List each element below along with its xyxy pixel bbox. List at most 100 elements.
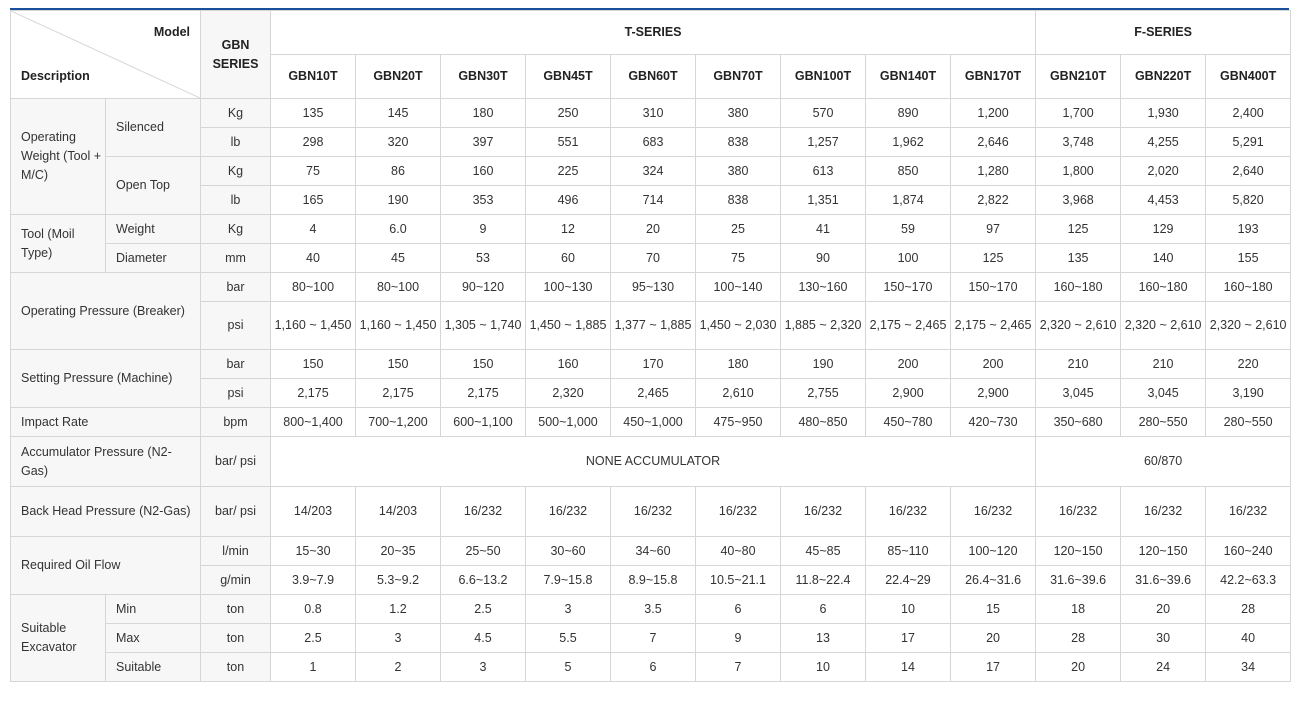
value-cell: 3,190: [1205, 378, 1292, 408]
value-cell: 350~680: [1035, 407, 1122, 437]
table-row: Suitable ton 1 2 3 5 6 7 10 14 17 20 24 34: [11, 652, 1292, 682]
value-cell: 2,175 ~ 2,465: [949, 301, 1037, 350]
table-row: Impact Rate bpm 800~1,400 700~1,200 600~1,…: [10, 407, 1292, 437]
value-cell: 890: [865, 98, 951, 128]
value-cell: 42.2~63.3: [1205, 565, 1292, 595]
value-cell: 16/232: [865, 486, 951, 537]
value-cell: 150: [355, 349, 441, 379]
value-cell: 4: [270, 214, 356, 244]
value-cell: 16/232: [695, 486, 781, 537]
row-label-accumulator-pressure: Accumulator Pressure (N2-Gas): [10, 436, 201, 487]
value-cell: 450~780: [865, 407, 951, 437]
value-cell: 22.4~29: [865, 565, 951, 595]
value-cell: 1,377 ~ 1,885: [610, 301, 696, 350]
value-cell: 160~180: [1120, 272, 1207, 302]
value-cell: 75: [270, 156, 356, 186]
unit-cell: g/min: [200, 565, 271, 595]
row-label-tool: Tool (Moil Type): [10, 214, 106, 273]
value-cell: 80~100: [355, 272, 441, 302]
value-cell: 41: [780, 214, 866, 244]
model-header-cell: GBN220T: [1120, 54, 1207, 99]
table-row: Operating Weight (Tool + M/C) Silenced K…: [10, 98, 1292, 215]
value-cell: 3.5: [610, 594, 696, 624]
unit-cell: Kg: [200, 98, 271, 128]
value-cell: 210: [1035, 349, 1122, 379]
value-cell: 2,320 ~ 2,610: [1120, 301, 1207, 350]
value-cell: 53: [440, 243, 526, 273]
spec-table: Model Description GBN SERIES T-SERIES F-…: [10, 10, 1292, 682]
value-cell: 1,305 ~ 1,740: [440, 301, 526, 350]
value-cell: 12: [525, 214, 611, 244]
value-cell: 70: [610, 243, 696, 273]
value-cell: 250: [525, 98, 611, 128]
gbn-series-header: GBN SERIES: [200, 10, 271, 99]
value-cell: 193: [1205, 214, 1292, 244]
value-cell: 2,175 ~ 2,465: [865, 301, 951, 350]
value-cell: 155: [1205, 243, 1292, 273]
value-cell: 683: [610, 127, 696, 157]
value-cell: 24: [1120, 652, 1207, 682]
value-cell: 2,610: [695, 378, 781, 408]
row-label-suitable-excavator: Suitable Excavator: [10, 594, 106, 682]
value-cell: 160~180: [1205, 272, 1292, 302]
value-cell: 700~1,200: [355, 407, 441, 437]
value-cell: 2,822: [949, 185, 1037, 215]
value-cell: 2.5: [440, 594, 526, 624]
unit-cell: psi: [200, 378, 271, 408]
value-cell: 551: [525, 127, 611, 157]
value-cell: 1,800: [1035, 156, 1122, 186]
value-cell: 16/232: [1035, 486, 1122, 537]
value-cell: 120~150: [1120, 536, 1207, 566]
value-cell: 95~130: [610, 272, 696, 302]
t-series-header: T-SERIES: [269, 10, 1037, 55]
model-header-cell: GBN140T: [865, 54, 951, 99]
value-cell: 200: [949, 349, 1037, 379]
value-cell: 165: [270, 185, 356, 215]
row-label-max: Max: [105, 623, 201, 653]
value-cell: 150: [270, 349, 356, 379]
value-cell: 475~950: [695, 407, 781, 437]
unit-cell: l/min: [200, 536, 271, 566]
value-cell: 2.5: [270, 623, 356, 653]
value-cell: 7.9~15.8: [525, 565, 611, 595]
value-cell: 129: [1120, 214, 1207, 244]
unit-cell: Kg: [200, 214, 271, 244]
row-label-required-oil-flow: Required Oil Flow: [10, 536, 201, 595]
value-cell: 2,320: [525, 378, 611, 408]
value-cell: 16/232: [440, 486, 526, 537]
value-cell: 17: [949, 652, 1037, 682]
value-cell: 9: [695, 623, 781, 653]
value-cell: 25~50: [440, 536, 526, 566]
table-row: Accumulator Pressure (N2-Gas) bar/ psi N…: [10, 436, 1292, 487]
value-cell: 135: [270, 98, 356, 128]
value-cell: 2,900: [949, 378, 1037, 408]
value-cell: 34: [1205, 652, 1292, 682]
unit-cell: bar: [200, 349, 271, 379]
value-cell: 838: [695, 127, 781, 157]
value-cell: 420~730: [949, 407, 1037, 437]
value-cell: 26.4~31.6: [949, 565, 1037, 595]
spec-table-container: Model Description GBN SERIES T-SERIES F-…: [10, 8, 1292, 682]
value-cell: 125: [949, 243, 1037, 273]
value-cell: 31.6~39.6: [1035, 565, 1122, 595]
value-cell: 5.5: [525, 623, 611, 653]
value-cell: 130~160: [780, 272, 866, 302]
value-cell: 3: [525, 594, 611, 624]
row-label-operating-weight: Operating Weight (Tool + M/C): [10, 98, 106, 215]
value-cell: 16/232: [780, 486, 866, 537]
value-cell: 7: [610, 623, 696, 653]
table-row: lb 165 190 353 496 714 838 1,351 1,874 2,822 3,96…: [11, 185, 1292, 215]
value-cell: 280~550: [1120, 407, 1207, 437]
table-row: psi 1,160 ~ 1,450 1,160 ~ 1,450 1,305 ~ 1,…: [11, 301, 1292, 350]
value-cell: 570: [780, 98, 866, 128]
model-header-cell: GBN70T: [695, 54, 781, 99]
value-cell: 150~170: [949, 272, 1037, 302]
value-cell: 1,257: [780, 127, 866, 157]
value-cell: 2,400: [1205, 98, 1292, 128]
value-cell: 120~150: [1035, 536, 1122, 566]
value-cell: 2,175: [355, 378, 441, 408]
unit-cell: mm: [200, 243, 271, 273]
value-cell: 150: [440, 349, 526, 379]
value-cell: 160: [525, 349, 611, 379]
value-cell: 75: [695, 243, 781, 273]
